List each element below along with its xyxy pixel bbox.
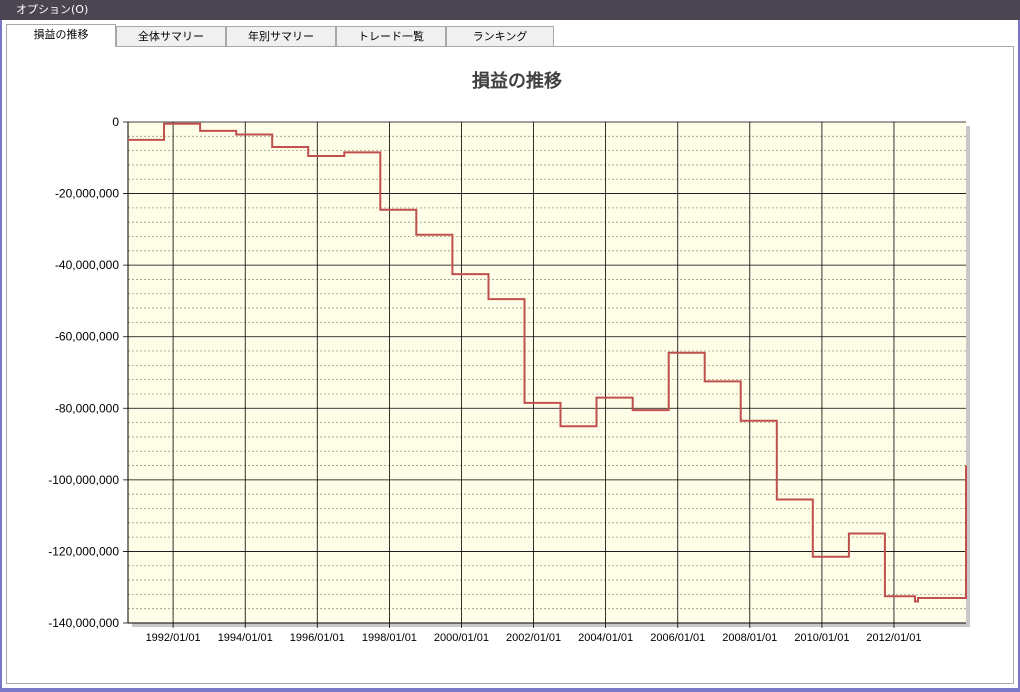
x-tick-label: 1994/01/01 — [218, 632, 273, 644]
tab-pnl-trend[interactable]: 損益の推移 — [6, 24, 116, 47]
plot-area — [128, 122, 966, 623]
x-tick-label: 2002/01/01 — [506, 632, 561, 644]
menu-bar: オプション(O) — [0, 0, 1020, 20]
y-tick-label: -40,000,000 — [55, 258, 119, 272]
y-tick-label: -100,000,000 — [48, 473, 119, 487]
options-menu[interactable]: オプション(O) — [16, 3, 88, 17]
tab-yearly-summary[interactable]: 年別サマリー — [226, 26, 336, 46]
tab-overall-summary[interactable]: 全体サマリー — [116, 26, 226, 46]
chart-panel: 0 -20,000,000 -40,000,000 -60,000,000 -80,00… — [6, 46, 1014, 684]
x-tick-label: 1996/01/01 — [290, 632, 345, 644]
x-tick-label: 2006/01/01 — [650, 632, 705, 644]
y-tick-label: -140,000,000 — [48, 616, 119, 630]
x-tick-label: 1998/01/01 — [362, 632, 417, 644]
y-tick-label: 0 — [112, 115, 119, 129]
x-tick-label: 2004/01/01 — [578, 632, 633, 644]
y-tick-label: -120,000,000 — [48, 544, 119, 558]
pnl-chart: 0 -20,000,000 -40,000,000 -60,000,000 -80,00… — [48, 70, 970, 644]
y-tick-label: -20,000,000 — [55, 187, 119, 201]
x-tick-label: 2008/01/01 — [722, 632, 777, 644]
x-tick-label: 2010/01/01 — [794, 632, 849, 644]
tab-trade-list[interactable]: トレード一覧 — [336, 26, 446, 46]
x-tick-label: 2000/01/01 — [434, 632, 489, 644]
x-tick-label: 1992/01/01 — [146, 632, 201, 644]
x-tick-label: 2012/01/01 — [866, 632, 921, 644]
tab-ranking[interactable]: ランキング — [446, 26, 554, 46]
y-tick-label: -60,000,000 — [55, 330, 119, 344]
y-tick-label: -80,000,000 — [55, 401, 119, 415]
chart-title: 損益の推移 — [472, 70, 562, 92]
